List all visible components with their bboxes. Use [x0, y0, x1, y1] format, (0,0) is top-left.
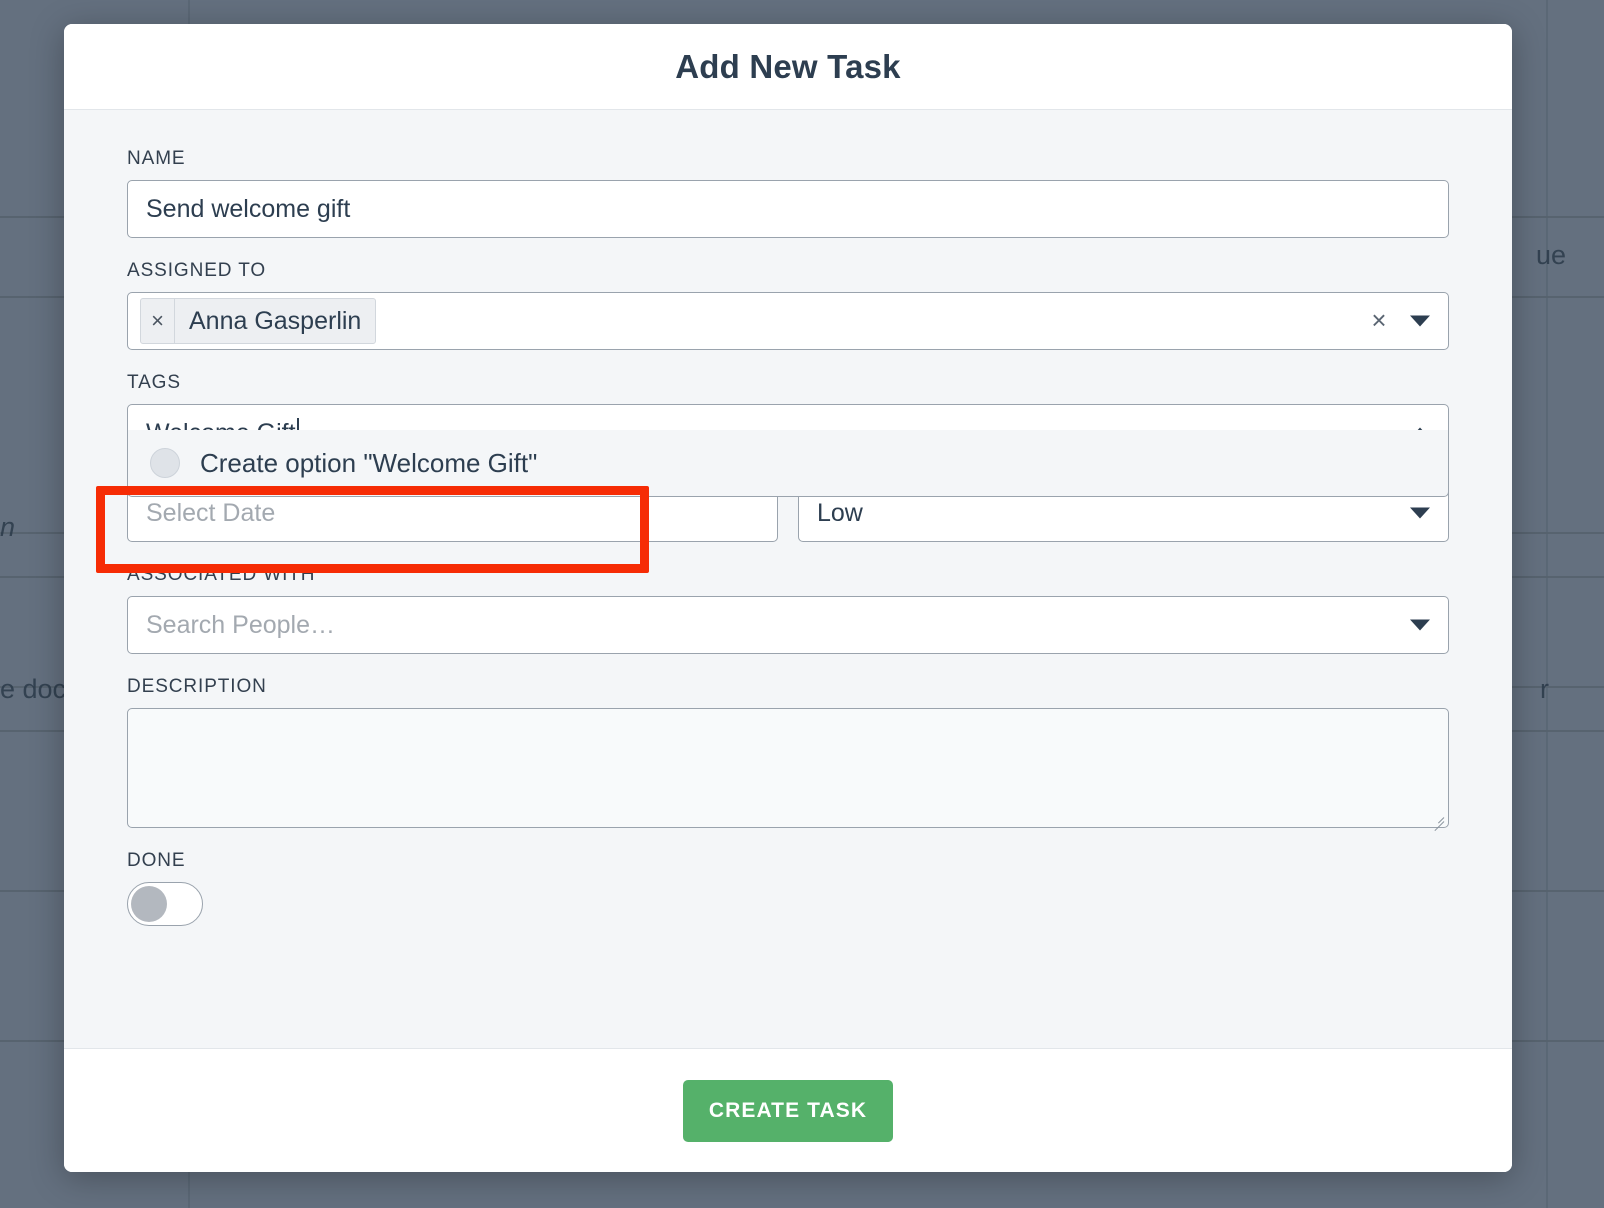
field-name: NAME Send welcome gift [127, 148, 1449, 238]
chevron-down-icon[interactable] [1410, 507, 1430, 519]
option-circle-icon [150, 448, 180, 478]
name-label: NAME [127, 148, 186, 169]
description-textarea[interactable] [127, 708, 1449, 832]
assigned-to-select[interactable]: × Anna Gasperlin × [127, 292, 1449, 350]
field-done: DONE [127, 850, 1449, 926]
menu-item-label: Create option "Welcome Gift" [200, 447, 538, 478]
field-tags: TAGS Welcome Gift Create option "Welcome… [127, 372, 1449, 497]
modal-body: NAME Send welcome gift ASSIGNED TO × Ann… [64, 110, 1512, 1048]
associated-with-placeholder: Search People… [146, 610, 336, 639]
clear-icon[interactable]: × [1368, 307, 1390, 333]
name-input[interactable]: Send welcome gift [127, 180, 1449, 238]
description-label: DESCRIPTION [127, 676, 267, 697]
add-task-modal: Add New Task NAME Send welcome gift ASSI… [64, 24, 1512, 1172]
tags-label: TAGS [127, 372, 181, 393]
modal-footer: CREATE TASK [64, 1048, 1512, 1172]
assigned-to-label: ASSIGNED TO [127, 260, 267, 281]
menu-item-create-option[interactable]: Create option "Welcome Gift" [128, 430, 1448, 496]
chip-remove-icon[interactable]: × [141, 299, 175, 343]
field-assigned-to: ASSIGNED TO × Anna Gasperlin × [127, 260, 1449, 350]
done-toggle[interactable] [127, 882, 203, 926]
field-description: DESCRIPTION [127, 676, 1449, 832]
modal-header: Add New Task [64, 24, 1512, 110]
toggle-knob [131, 886, 167, 922]
resize-handle-icon[interactable] [1430, 810, 1445, 832]
background-text-fragment: n [0, 512, 16, 542]
priority-value: Low [817, 498, 863, 527]
associated-with-label: ASSOCIATED WITH [127, 564, 316, 585]
chevron-down-icon[interactable] [1410, 619, 1430, 631]
background-text-fragment: ue [1536, 240, 1567, 270]
done-label: DONE [127, 850, 186, 871]
chip-label: Anna Gasperlin [189, 306, 362, 335]
name-input-value: Send welcome gift [146, 194, 351, 223]
associated-with-select[interactable]: Search People… [127, 596, 1449, 654]
chevron-down-icon[interactable] [1410, 315, 1430, 327]
assignee-chip[interactable]: × Anna Gasperlin [140, 298, 377, 344]
due-date-placeholder: Select Date [146, 498, 276, 527]
create-task-button[interactable]: CREATE TASK [683, 1079, 893, 1142]
page-title: Add New Task [675, 47, 901, 85]
field-associated-with: ASSOCIATED WITH Search People… [127, 564, 1449, 654]
tags-dropdown-menu: Create option "Welcome Gift" [127, 430, 1449, 497]
background-text-fragment: r [1540, 674, 1549, 704]
